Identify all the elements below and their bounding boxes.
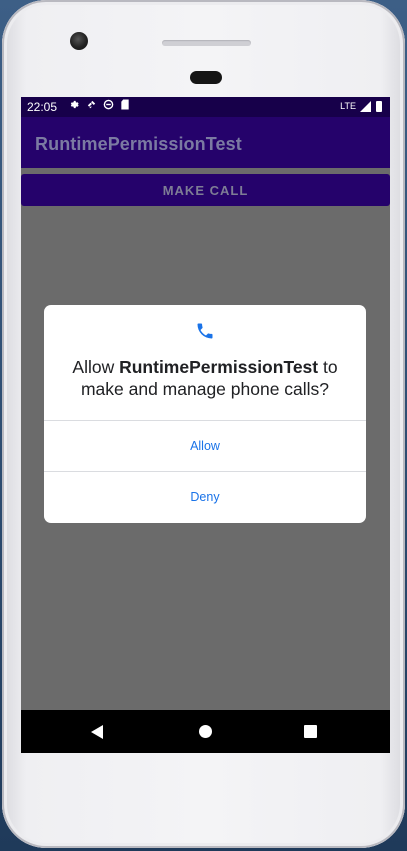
back-icon[interactable] [91, 725, 103, 739]
status-bar: 22:05 LTE [21, 97, 390, 117]
app-bar: RuntimePermissionTest [21, 117, 390, 168]
dialog-message-line-2: make and manage phone calls? [80, 379, 330, 399]
recents-icon[interactable] [304, 725, 317, 738]
deny-button[interactable]: Deny [44, 472, 366, 522]
app-title: RuntimePermissionTest [35, 134, 242, 154]
sync-icon [103, 99, 114, 113]
sd-card-icon [120, 99, 130, 113]
dialog-app-name: RuntimePermissionTest [119, 357, 319, 377]
phone-frame: 22:05 LTE RuntimePermissionTest MAKE CAL… [2, 0, 405, 848]
dialog-message-prefix: Allow [72, 357, 120, 377]
status-time: 22:05 [27, 100, 58, 114]
signal-icon [360, 101, 371, 112]
network-type: LTE [340, 101, 356, 111]
battery-icon [376, 101, 382, 112]
dialog-message-suffix: to [318, 357, 338, 377]
front-camera [70, 32, 88, 50]
satellite-icon [86, 99, 97, 113]
home-icon[interactable] [199, 725, 212, 738]
permission-dialog: Allow RuntimePermissionTest to make and … [44, 305, 366, 523]
phone-icon [195, 321, 215, 341]
make-call-button[interactable]: MAKE CALL [21, 174, 390, 206]
allow-button[interactable]: Allow [44, 421, 366, 471]
sensor-pill [190, 71, 222, 84]
navigation-bar [21, 710, 390, 753]
status-icons [69, 99, 130, 113]
settings-icon [69, 99, 80, 113]
dialog-message: Allow RuntimePermissionTest to make and … [44, 356, 366, 400]
device-screen: 22:05 LTE RuntimePermissionTest MAKE CAL… [21, 97, 390, 753]
earpiece-speaker [162, 40, 251, 46]
